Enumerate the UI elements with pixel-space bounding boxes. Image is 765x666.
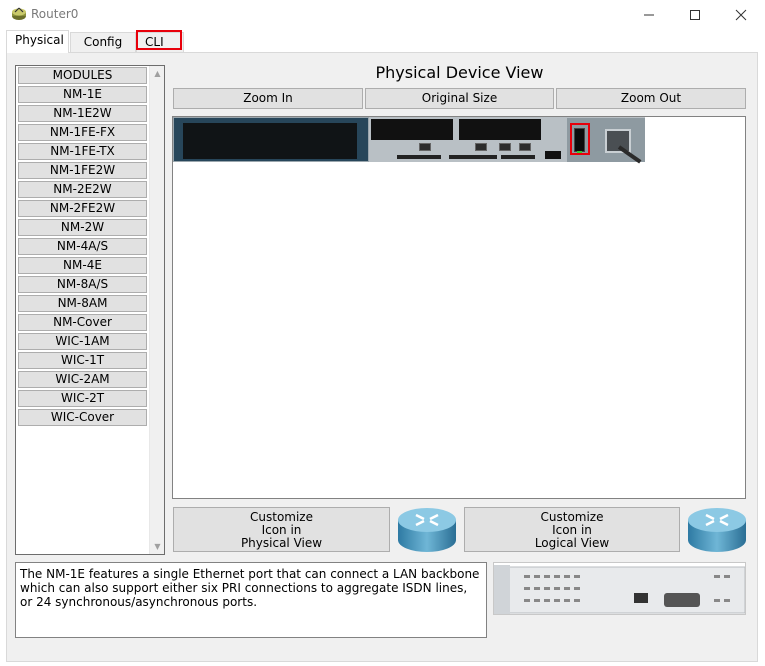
fastethernet-port-1[interactable] [475,143,487,151]
module-item[interactable]: NM-1FE-FX [18,124,147,141]
module-item[interactable]: NM-1E2W [18,105,147,122]
tab-bar: Physical Config CLI [6,30,758,53]
port-label-strip [449,155,497,159]
close-button[interactable] [718,0,764,30]
maximize-icon [690,10,700,20]
module-item[interactable]: NM-8A/S [18,276,147,293]
module-description: The NM-1E features a single Ethernet por… [15,562,487,638]
aux-port[interactable] [519,143,531,151]
module-item[interactable]: WIC-Cover [18,409,147,426]
router-icon [688,508,746,552]
tab-physical[interactable]: Physical [6,30,69,53]
physical-view-title: Physical Device View [375,63,544,82]
window-title: Router0 [31,7,79,21]
compact-flash-slot[interactable] [545,151,561,159]
module-item[interactable]: WIC-2T [18,390,147,407]
module-item[interactable]: WIC-1T [18,352,147,369]
customize-physical-button[interactable]: Customize Icon in Physical View [173,507,390,552]
module-item[interactable]: WIC-2AM [18,371,147,388]
tab-config[interactable]: Config [70,32,136,52]
empty-module-slot[interactable] [183,123,357,159]
title-bar: Router0 [0,0,765,30]
console-port[interactable] [499,143,511,151]
wic-slot-1[interactable] [459,119,541,140]
port-label-strip [501,155,535,159]
modules-list[interactable]: MODULES NM-1E NM-1E2W NM-1FE-FX NM-1FE-TX NM-… [15,65,165,555]
module-item[interactable]: NM-8AM [18,295,147,312]
module-item[interactable]: NM-4A/S [18,238,147,255]
customize-physical-line3: Physical View [240,536,323,550]
module-item[interactable]: WIC-1AM [18,333,147,350]
module-image [493,562,746,615]
module-item[interactable]: NM-4E [18,257,147,274]
zoom-in-button[interactable]: Zoom In [173,88,363,109]
customize-logical-button[interactable]: Customize Icon in Logical View [464,507,680,552]
maximize-button[interactable] [672,0,718,30]
tab-cli[interactable]: CLI [136,32,184,52]
customize-logical-line3: Logical View [534,536,610,550]
modules-header[interactable]: MODULES [18,67,147,84]
module-item[interactable]: NM-Cover [18,314,147,331]
router-chassis [173,117,645,164]
module-item[interactable]: NM-1FE2W [18,162,147,179]
module-item[interactable]: NM-2W [18,219,147,236]
network-module-bay[interactable] [174,118,368,161]
modules-scrollbar[interactable]: ▲ ▼ [149,66,164,554]
network-module-graphic [494,565,745,614]
router-icon [398,508,456,552]
zoom-out-button[interactable]: Zoom Out [556,88,746,109]
scroll-up-icon[interactable]: ▲ [150,66,165,81]
power-switch-highlight [570,123,590,155]
close-icon [735,9,747,21]
module-item[interactable]: NM-2FE2W [18,200,147,217]
minimize-button[interactable] [626,0,672,30]
fastethernet-port-0[interactable] [419,143,431,151]
module-item[interactable]: NM-1E [18,86,147,103]
port-label-strip [397,155,441,159]
router-app-icon [12,7,26,20]
scroll-down-icon[interactable]: ▼ [150,539,165,554]
module-item[interactable]: NM-2E2W [18,181,147,198]
wic-slot-0[interactable] [371,119,453,140]
original-size-button[interactable]: Original Size [365,88,554,109]
device-canvas[interactable] [172,116,746,499]
minimize-icon [644,14,654,16]
module-item[interactable]: NM-1FE-TX [18,143,147,160]
